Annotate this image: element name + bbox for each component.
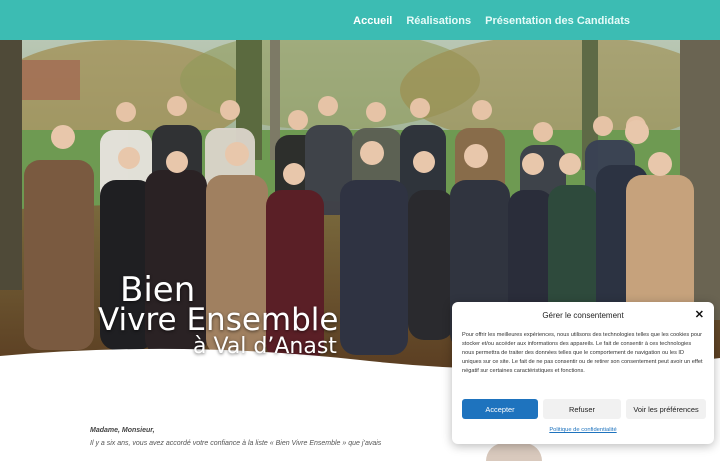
consent-title: Gérer le consentement	[542, 311, 624, 320]
letter-intro: Madame, Monsieur, Il y a six ans, vous a…	[90, 424, 410, 450]
letter-body: Il y a six ans, vous avez accordé votre …	[90, 440, 382, 447]
consent-description: Pour offrir les meilleures expériences, …	[462, 332, 703, 374]
hero-title-line-3: à Val d’Anast	[193, 334, 337, 359]
accept-button[interactable]: Accepter	[462, 399, 538, 419]
candidate-photo	[486, 443, 542, 461]
nav-item-candidats[interactable]: Présentation des Candidats	[485, 15, 630, 27]
nav-item-accueil[interactable]: Accueil	[353, 15, 392, 27]
cookie-consent-dialog: Gérer le consentement ✕ Pour offrir les …	[452, 302, 714, 444]
letter-greeting: Madame, Monsieur,	[90, 427, 155, 434]
privacy-policy-link[interactable]: Politique de confidentialité	[452, 427, 714, 433]
hero-title-line-2: Vivre Ensemble	[98, 302, 339, 338]
main-nav: Accueil Réalisations Présentation des Ca…	[353, 0, 630, 42]
nav-item-realisations[interactable]: Réalisations	[406, 15, 471, 27]
refuse-button[interactable]: Refuser	[543, 399, 621, 419]
site-header: Accueil Réalisations Présentation des Ca…	[0, 0, 720, 42]
close-icon[interactable]: ✕	[695, 309, 704, 321]
preferences-button[interactable]: Voir les préférences	[626, 399, 706, 419]
